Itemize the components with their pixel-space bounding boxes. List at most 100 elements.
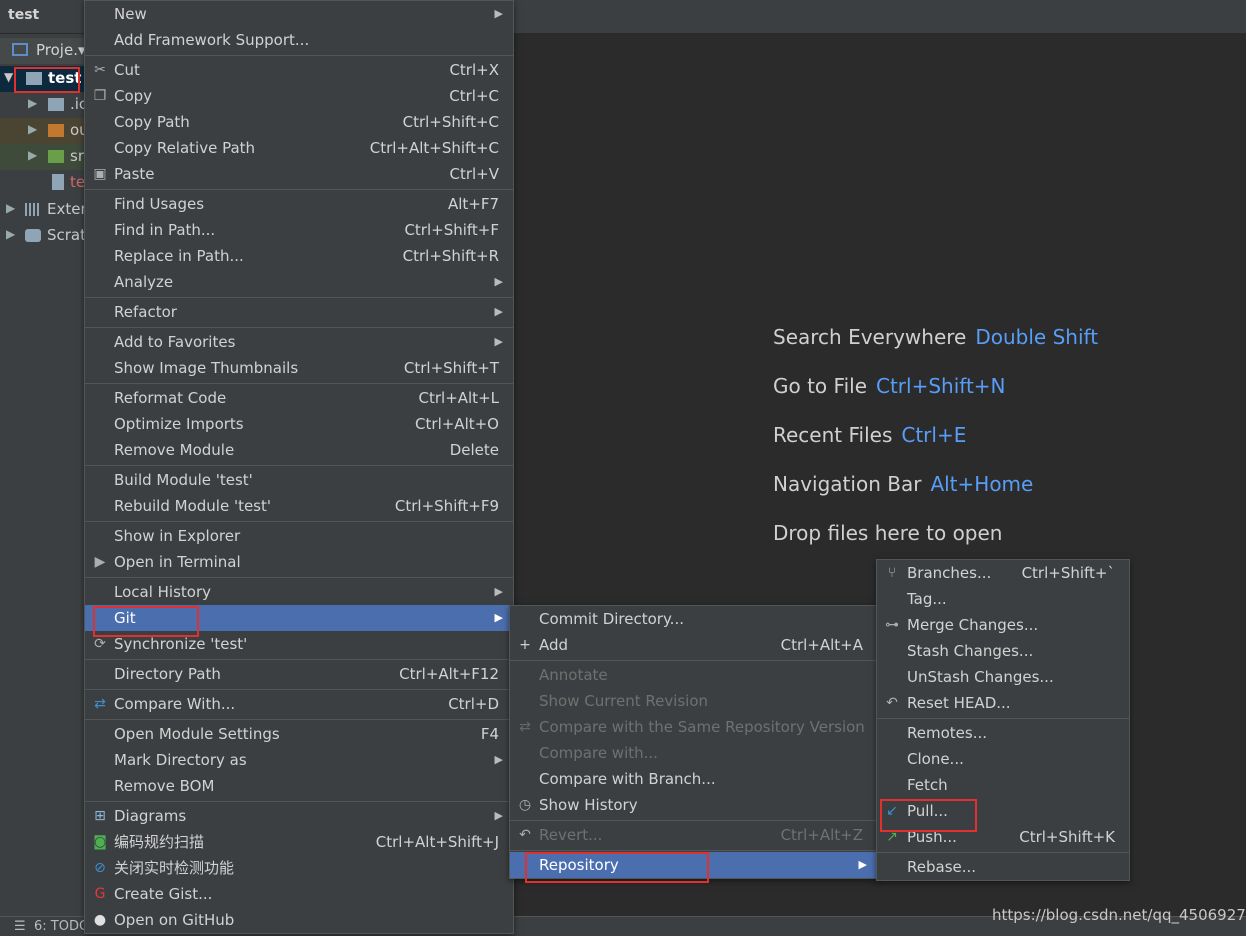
menu-item-copy-relative-path[interactable]: Copy Relative Path Ctrl+Alt+Shift+C <box>85 135 513 161</box>
menu-item-add[interactable]: + Add Ctrl+Alt+A <box>510 632 877 658</box>
menu-item-open-on-github[interactable]: ● Open on GitHub <box>85 907 513 933</box>
menu-item-merge-changes[interactable]: ⊶ Merge Changes... <box>877 612 1129 638</box>
project-view-selector[interactable]: Proje.▾ <box>0 38 86 64</box>
menu-item-label: Find in Path... <box>114 221 216 239</box>
tree-item-label: sr <box>70 147 84 165</box>
collapsed-arrow-icon: ▶ <box>28 96 38 110</box>
menu-item-open-in-terminal[interactable]: ▶ Open in Terminal <box>85 549 513 575</box>
menu-item-label: Merge Changes... <box>907 616 1039 634</box>
menu-item-paste[interactable]: ▣ Paste Ctrl+V <box>85 161 513 187</box>
menu-item-add-framework-support[interactable]: Add Framework Support... <box>85 27 513 53</box>
menu-item-show-in-explorer[interactable]: Show in Explorer <box>85 523 513 549</box>
menu-item-find-usages[interactable]: Find Usages Alt+F7 <box>85 191 513 217</box>
menu-item-directory-path[interactable]: Directory Path Ctrl+Alt+F12 <box>85 661 513 687</box>
menu-item-replace-in-path[interactable]: Replace in Path... Ctrl+Shift+R <box>85 243 513 269</box>
menu-item-label: Add <box>539 636 569 654</box>
menu-item-label: Paste <box>114 165 155 183</box>
tree-item-src[interactable]: ▶ sr <box>0 144 86 170</box>
menu-item-label: Commit Directory... <box>539 610 684 628</box>
menu-item-add-to-favorites[interactable]: Add to Favorites ▶ <box>85 329 513 355</box>
collapsed-arrow-icon: ▶ <box>28 148 38 162</box>
branch-icon: ⑂ <box>887 565 897 581</box>
menu-item-shortcut: Ctrl+Shift+F <box>404 221 499 239</box>
tree-item-out[interactable]: ▶ ou <box>0 118 86 144</box>
menu-item-rebase[interactable]: Rebase... <box>877 854 1129 880</box>
menu-item-mark-directory-as[interactable]: Mark Directory as ▶ <box>85 747 513 773</box>
menu-item-create-gist[interactable]: G Create Gist... <box>85 881 513 907</box>
tree-item-scratches[interactable]: ▶ Scrat <box>0 223 86 249</box>
menu-item-label: Refactor <box>114 303 177 321</box>
menu-item-find-in-path[interactable]: Find in Path... Ctrl+Shift+F <box>85 217 513 243</box>
menu-item-shortcut: Ctrl+Alt+O <box>415 415 499 433</box>
tree-item-iml[interactable]: te <box>0 170 86 196</box>
menu-separator <box>85 297 513 298</box>
menu-item-annotate: Annotate <box>510 662 877 688</box>
menu-item-label: Copy Relative Path <box>114 139 256 157</box>
menu-item-label: Compare With... <box>114 695 236 713</box>
menu-item-copy-path[interactable]: Copy Path Ctrl+Shift+C <box>85 109 513 135</box>
menu-item-label: Create Gist... <box>114 885 213 903</box>
menu-item-item[interactable]: ⊘ 关闭实时检测功能 <box>85 855 513 881</box>
menu-item-optimize-imports[interactable]: Optimize Imports Ctrl+Alt+O <box>85 411 513 437</box>
menu-item-label: Analyze <box>114 273 174 291</box>
menu-item-show-image-thumbnails[interactable]: Show Image Thumbnails Ctrl+Shift+T <box>85 355 513 381</box>
menu-item-reformat-code[interactable]: Reformat Code Ctrl+Alt+L <box>85 385 513 411</box>
menu-item-compare-with-branch[interactable]: Compare with Branch... <box>510 766 877 792</box>
menu-separator <box>510 850 877 851</box>
collapsed-arrow-icon: ▶ <box>6 227 16 241</box>
menu-item-clone[interactable]: Clone... <box>877 746 1129 772</box>
merge-icon: ⊶ <box>885 617 899 633</box>
editor-empty-hints: Search Everywhere Double Shift Go to File… <box>773 325 1098 570</box>
diagram-icon: ⊞ <box>94 808 106 824</box>
submenu-arrow-icon: ▶ <box>494 585 503 598</box>
menu-item-analyze[interactable]: Analyze ▶ <box>85 269 513 295</box>
menu-item-remotes[interactable]: Remotes... <box>877 720 1129 746</box>
menu-item-shortcut: Ctrl+Alt+F12 <box>399 665 499 683</box>
scratch-icon <box>25 229 41 242</box>
menu-item-commit-directory[interactable]: Commit Directory... <box>510 606 877 632</box>
menu-item-remove-module[interactable]: Remove Module Delete <box>85 437 513 463</box>
menu-item-diagrams[interactable]: ⊞ Diagrams ▶ <box>85 803 513 829</box>
menu-item-label: Stash Changes... <box>907 642 1034 660</box>
revert-icon: ↶ <box>519 827 531 843</box>
menu-item-label: Open Module Settings <box>114 725 280 743</box>
menu-item-label: Add to Favorites <box>114 333 236 351</box>
menu-item-unstash-changes[interactable]: UnStash Changes... <box>877 664 1129 690</box>
menu-item-item[interactable]: ◙ 编码规约扫描 Ctrl+Alt+Shift+J <box>85 829 513 855</box>
menu-item-stash-changes[interactable]: Stash Changes... <box>877 638 1129 664</box>
highlight-box-root <box>14 67 80 93</box>
menu-item-label: Fetch <box>907 776 948 794</box>
menu-item-label: Annotate <box>539 666 608 684</box>
tree-item-external-libraries[interactable]: ▶ Exter <box>0 197 86 223</box>
menu-item-label: Branches... <box>907 564 992 582</box>
menu-item-show-history[interactable]: ◷ Show History <box>510 792 877 818</box>
menu-item-shortcut: Ctrl+Shift+R <box>402 247 499 265</box>
menu-item-label: UnStash Changes... <box>907 668 1054 686</box>
menu-item-tag[interactable]: Tag... <box>877 586 1129 612</box>
menu-item-label: Compare with the Same Repository Version <box>539 718 865 736</box>
menu-separator <box>85 719 513 720</box>
expanded-arrow-icon: ▼ <box>4 70 14 84</box>
menu-item-branches[interactable]: ⑂ Branches... Ctrl+Shift+` <box>877 560 1129 586</box>
menu-item-copy[interactable]: ❐ Copy Ctrl+C <box>85 83 513 109</box>
sync-icon: ⟳ <box>94 636 106 652</box>
folder-icon <box>48 124 64 137</box>
menu-item-shortcut: Ctrl+Shift+K <box>1019 828 1115 846</box>
tree-item-label: te <box>70 173 86 191</box>
menu-item-new[interactable]: New ▶ <box>85 1 513 27</box>
menu-item-local-history[interactable]: Local History ▶ <box>85 579 513 605</box>
menu-item-cut[interactable]: ✂ Cut Ctrl+X <box>85 57 513 83</box>
submenu-arrow-icon: ▶ <box>494 7 503 20</box>
menu-separator <box>510 820 877 821</box>
todo-tool-button[interactable]: 6: TODO <box>34 919 89 934</box>
menu-item-remove-bom[interactable]: Remove BOM <box>85 773 513 799</box>
menu-item-refactor[interactable]: Refactor ▶ <box>85 299 513 325</box>
menu-item-open-module-settings[interactable]: Open Module Settings F4 <box>85 721 513 747</box>
tree-item-idea[interactable]: ▶ .ic <box>0 92 86 118</box>
menu-item-fetch[interactable]: Fetch <box>877 772 1129 798</box>
menu-item-reset-head[interactable]: ↶ Reset HEAD... <box>877 690 1129 716</box>
menu-item-label: Clone... <box>907 750 964 768</box>
menu-item-build-module-test[interactable]: Build Module 'test' <box>85 467 513 493</box>
menu-item-rebuild-module-test[interactable]: Rebuild Module 'test' Ctrl+Shift+F9 <box>85 493 513 519</box>
menu-item-compare-with[interactable]: ⇄ Compare With... Ctrl+D <box>85 691 513 717</box>
